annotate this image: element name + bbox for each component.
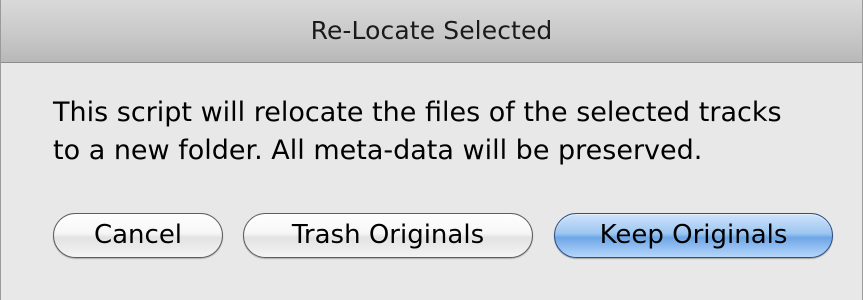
message-line-2: to a new folder. All meta-data will be p… [53, 135, 703, 166]
message-line-1: This script will relocate the files of t… [53, 97, 782, 128]
dialog-title: Re-Locate Selected [310, 16, 553, 45]
dialog-window: Re-Locate Selected This script will relo… [0, 0, 863, 300]
trash-originals-button[interactable]: Trash Originals [243, 213, 533, 258]
cancel-button[interactable]: Cancel [53, 213, 223, 258]
title-bar: Re-Locate Selected [1, 0, 862, 63]
dialog-message: This script will relocate the files of t… [53, 94, 853, 170]
keep-originals-button[interactable]: Keep Originals [554, 213, 833, 258]
